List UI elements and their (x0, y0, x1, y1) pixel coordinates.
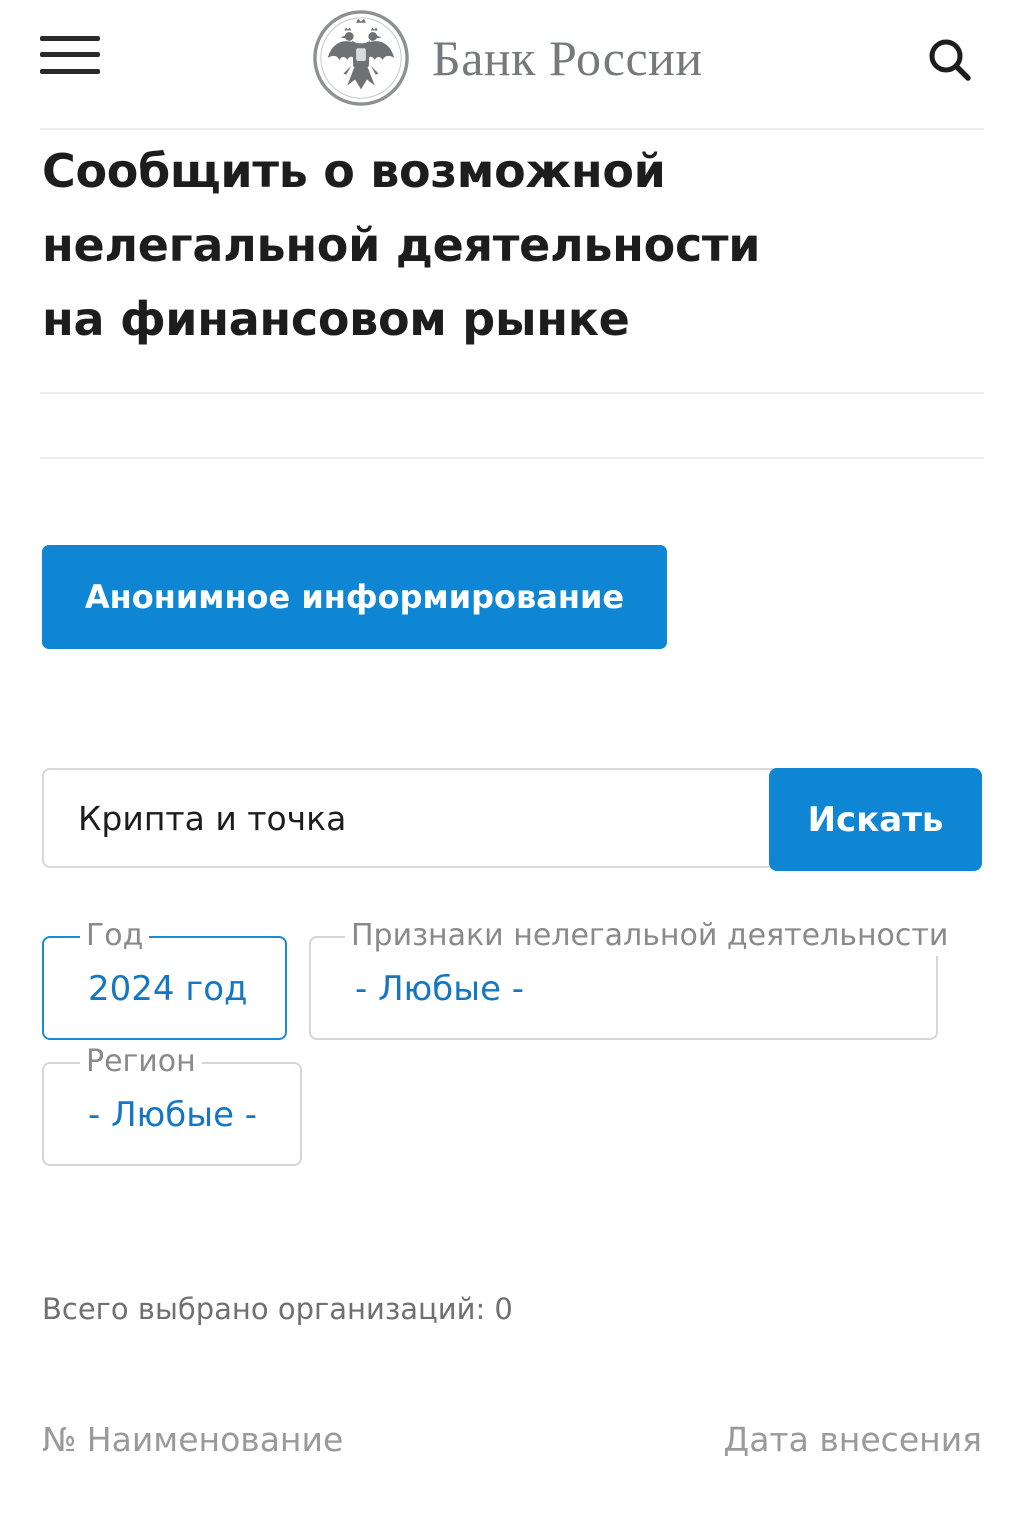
region-select-value: - Любые - (88, 1095, 258, 1135)
year-select[interactable]: Год 2024 год (42, 916, 287, 1040)
search-bar: Искать (42, 768, 982, 872)
double-headed-eagle-emblem-icon (313, 10, 409, 106)
column-header-date-added: Дата внесения (723, 1420, 982, 1459)
illegal-signs-select-label: Признаки нелегальной деятельности (345, 916, 955, 956)
illegal-signs-select-value: - Любые - (355, 969, 525, 1009)
section-divider (40, 392, 984, 394)
year-select-value: 2024 год (88, 969, 248, 1009)
search-submit-button[interactable]: Искать (769, 768, 982, 871)
bank-logo[interactable]: Банк России (312, 8, 703, 108)
anonymous-report-button[interactable]: Анонимное информирование (42, 545, 667, 649)
page-title-line: Сообщить о возможной (42, 144, 666, 198)
year-select-label: Год (80, 916, 150, 956)
hamburger-menu-icon[interactable] (40, 32, 102, 80)
page-title-line: на финансовом рынке (42, 292, 630, 346)
illegal-signs-select[interactable]: Признаки нелегальной деятельности - Любы… (309, 916, 955, 1040)
total-organizations-count: Всего выбрано организаций: 0 (42, 1292, 513, 1326)
page-title: Сообщить о возможной нелегальной деятель… (42, 134, 942, 356)
search-input[interactable] (42, 768, 782, 868)
section-divider (40, 457, 984, 459)
logo-text: Банк России (432, 30, 703, 86)
site-header: Банк России (0, 0, 1024, 118)
region-select[interactable]: Регион - Любые - (42, 1042, 302, 1166)
column-header-number-name: № Наименование (42, 1420, 344, 1459)
page-title-line: нелегальной деятельности (42, 218, 761, 272)
search-icon[interactable] (924, 34, 976, 86)
header-divider (40, 128, 984, 130)
region-select-label: Регион (80, 1042, 202, 1082)
